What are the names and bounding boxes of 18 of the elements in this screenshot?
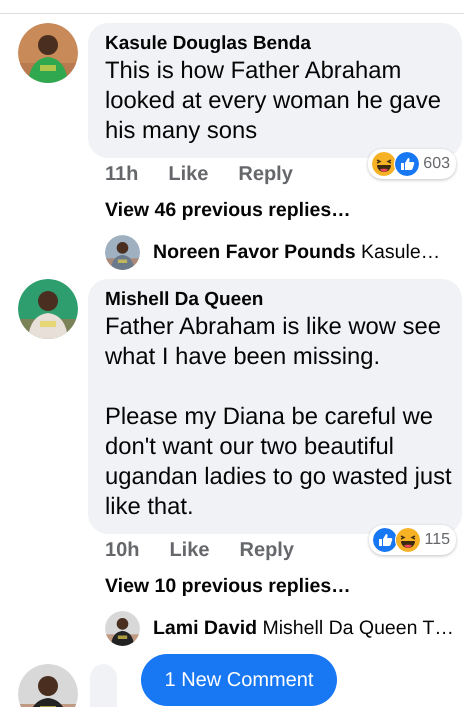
- view-replies-link[interactable]: View 10 previous replies…: [88, 562, 464, 598]
- action-link[interactable]: Reply: [240, 538, 294, 562]
- comment-text: This is how Father Abraham looked at every woman he gave his many sons: [105, 56, 442, 146]
- action-link[interactable]: Like: [169, 538, 210, 562]
- timestamp: 11h: [105, 162, 138, 186]
- reply-preview[interactable]: Lami David Mishell Da Queen T…: [153, 617, 454, 640]
- action-link[interactable]: Like: [168, 162, 208, 186]
- comment-text: Father Abraham is like wow see what I have been missing.: [105, 312, 442, 372]
- author-name[interactable]: Mishell Da Queen: [105, 288, 452, 312]
- view-replies-link[interactable]: View 46 previous replies…: [88, 186, 464, 222]
- timestamp: 10h: [105, 538, 140, 562]
- new-comment-button[interactable]: 1 New Comment: [141, 654, 337, 706]
- author-name[interactable]: Kasule Douglas Benda: [105, 32, 452, 56]
- action-link[interactable]: Reply: [238, 162, 293, 186]
- reaction-number: 603: [423, 155, 450, 173]
- comment-text: Please my Diana be careful we don't want our two beautiful ugandan ladies to go wasted just like that.: [105, 402, 452, 522]
- reply-preview[interactable]: Noreen Favor Pounds Kasule…: [153, 241, 440, 264]
- reaction-number: 115: [424, 531, 450, 549]
